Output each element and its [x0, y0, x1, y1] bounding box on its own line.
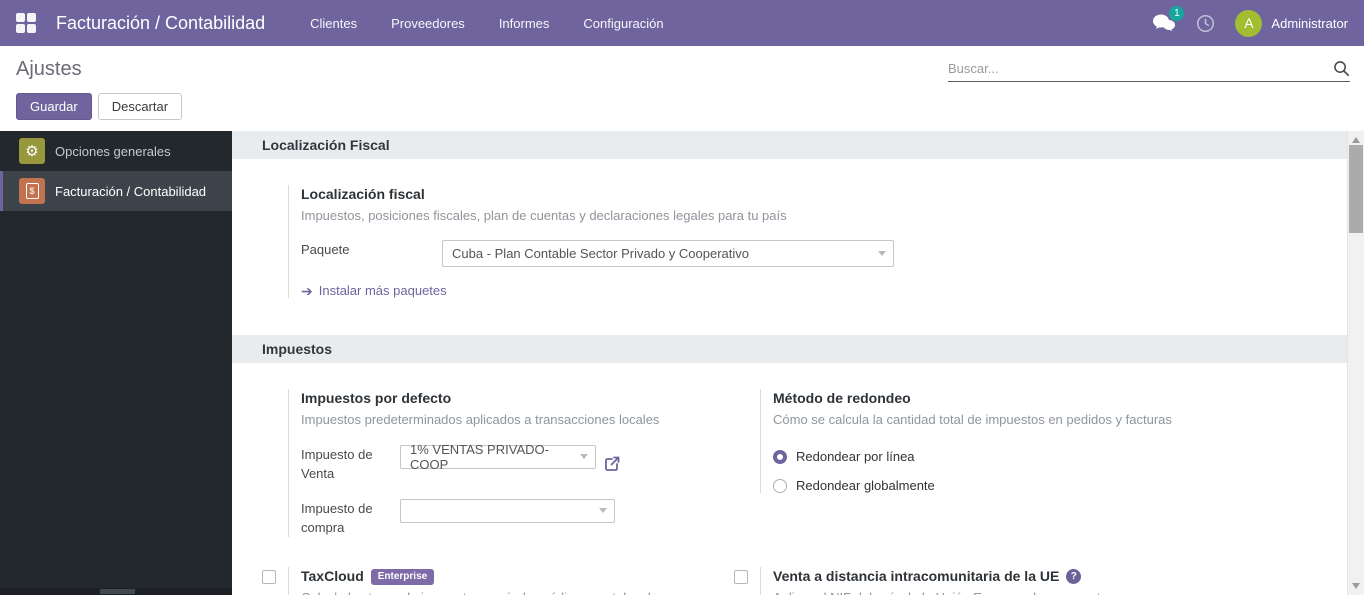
- impuesto-venta-select[interactable]: 1% VENTAS PRIVADO-COOP: [400, 445, 596, 469]
- external-link-icon[interactable]: [602, 445, 622, 483]
- paquete-label: Paquete: [301, 240, 442, 267]
- menu-clientes[interactable]: Clientes: [293, 0, 374, 46]
- arrow-right-icon: ➔: [301, 284, 313, 298]
- top-navbar: Facturación / Contabilidad Clientes Prov…: [0, 0, 1364, 46]
- settings-content: Localización Fiscal Localización fiscal …: [232, 131, 1364, 595]
- vertical-scrollbar[interactable]: [1347, 131, 1364, 595]
- user-name: Administrator: [1271, 16, 1348, 31]
- setting-description: Impuestos predeterminados aplicados a tr…: [301, 410, 734, 429]
- setting-box-metodo-redondeo: Método de redondeo Cómo se calcula la ca…: [734, 389, 1206, 493]
- radio-unselected-icon: [773, 479, 787, 493]
- setting-description: Aplicar el NIF del país de la Unión Euro…: [773, 588, 1173, 595]
- gear-icon: ⚙: [19, 138, 45, 164]
- eu-sale-checkbox[interactable]: [734, 570, 748, 584]
- sidebar-item-facturacion-contabilidad[interactable]: $ Facturación / Contabilidad: [0, 171, 232, 211]
- setting-box-taxcloud: TaxCloud Enterprise Calcula las tasas de…: [262, 567, 734, 595]
- impuesto-venta-label: Impuesto de Venta: [301, 445, 400, 483]
- discard-button[interactable]: Descartar: [98, 93, 182, 120]
- paquete-select-value: Cuba - Plan Contable Sector Privado y Co…: [452, 246, 749, 261]
- chevron-down-icon: [878, 251, 886, 256]
- settings-sidebar: ⚙ Opciones generales $ Facturación / Con…: [0, 131, 232, 595]
- install-packages-link[interactable]: ➔ Instalar más paquetes: [301, 283, 1347, 298]
- setting-box-impuestos-por-defecto: Impuestos por defecto Impuestos predeter…: [262, 389, 734, 537]
- odoo-settings-app: Facturación / Contabilidad Clientes Prov…: [0, 0, 1364, 595]
- setting-description: Calcula las tasas de impuestos según los…: [301, 588, 701, 595]
- scroll-up-arrow[interactable]: [1352, 137, 1360, 143]
- radio-redondear-globalmente[interactable]: Redondear globalmente: [773, 478, 1206, 493]
- search-icon[interactable]: [1333, 60, 1350, 77]
- menu-informes[interactable]: Informes: [482, 0, 567, 46]
- setting-description: Impuestos, posiciones fiscales, plan de …: [301, 206, 1347, 225]
- action-buttons: Guardar Descartar: [16, 93, 1348, 120]
- sidebar-item-label: Opciones generales: [55, 144, 171, 159]
- setting-box-venta-distancia-ue: Venta a distancia intracomunitaria de la…: [734, 567, 1206, 595]
- setting-title: Impuestos por defecto: [301, 389, 734, 408]
- radio-selected-icon: [773, 450, 787, 464]
- setting-title: TaxCloud: [301, 567, 364, 586]
- save-button[interactable]: Guardar: [16, 93, 92, 120]
- chevron-down-icon: [599, 508, 607, 513]
- install-packages-label: Instalar más paquetes: [319, 283, 447, 298]
- impuesto-compra-select[interactable]: [400, 499, 615, 523]
- setting-box-localizacion-fiscal: Localización fiscal Impuestos, posicione…: [262, 185, 1347, 298]
- navbar-right: 1 A Administrator: [1152, 10, 1348, 37]
- control-panel: Ajustes Guardar Descartar: [0, 46, 1364, 131]
- avatar: A: [1235, 10, 1262, 37]
- section-header-impuestos: Impuestos: [232, 335, 1347, 363]
- impuesto-compra-label: Impuesto de compra: [301, 499, 400, 537]
- sidebar-hscrollbar[interactable]: [0, 588, 232, 595]
- setting-title: Localización fiscal: [301, 185, 1347, 204]
- apps-menu-icon[interactable]: [16, 13, 36, 33]
- messages-badge: 1: [1169, 6, 1184, 21]
- menu-proveedores[interactable]: Proveedores: [374, 0, 482, 46]
- scroll-down-arrow[interactable]: [1352, 583, 1360, 589]
- radio-redondear-por-linea[interactable]: Redondear por línea: [773, 449, 1206, 464]
- invoice-icon: $: [19, 178, 45, 204]
- enterprise-badge: Enterprise: [371, 569, 434, 585]
- menu-configuracion[interactable]: Configuración: [566, 0, 680, 46]
- impuesto-venta-value: 1% VENTAS PRIVADO-COOP: [410, 442, 573, 472]
- chevron-down-icon: [580, 454, 588, 459]
- help-icon[interactable]: ?: [1066, 569, 1081, 584]
- sidebar-hscroll-thumb[interactable]: [100, 589, 135, 594]
- scrollbar-thumb[interactable]: [1349, 145, 1363, 233]
- search-input[interactable]: [948, 61, 1333, 76]
- taxcloud-checkbox[interactable]: [262, 570, 276, 584]
- search-bar: [948, 60, 1350, 82]
- sidebar-item-opciones-generales[interactable]: ⚙ Opciones generales: [0, 131, 232, 171]
- messages-icon[interactable]: 1: [1152, 13, 1176, 33]
- user-menu[interactable]: A Administrator: [1235, 10, 1348, 37]
- paquete-select[interactable]: Cuba - Plan Contable Sector Privado y Co…: [442, 240, 894, 267]
- section-header-localizacion-fiscal: Localización Fiscal: [232, 131, 1347, 159]
- sidebar-item-label: Facturación / Contabilidad: [55, 184, 206, 199]
- setting-title: Venta a distancia intracomunitaria de la…: [773, 567, 1059, 586]
- app-title[interactable]: Facturación / Contabilidad: [56, 13, 265, 34]
- activity-clock-icon[interactable]: [1196, 14, 1215, 33]
- main-menu: Clientes Proveedores Informes Configurac…: [293, 0, 680, 46]
- setting-description: Cómo se calcula la cantidad total de imp…: [773, 410, 1206, 429]
- setting-title: Método de redondeo: [773, 389, 1206, 408]
